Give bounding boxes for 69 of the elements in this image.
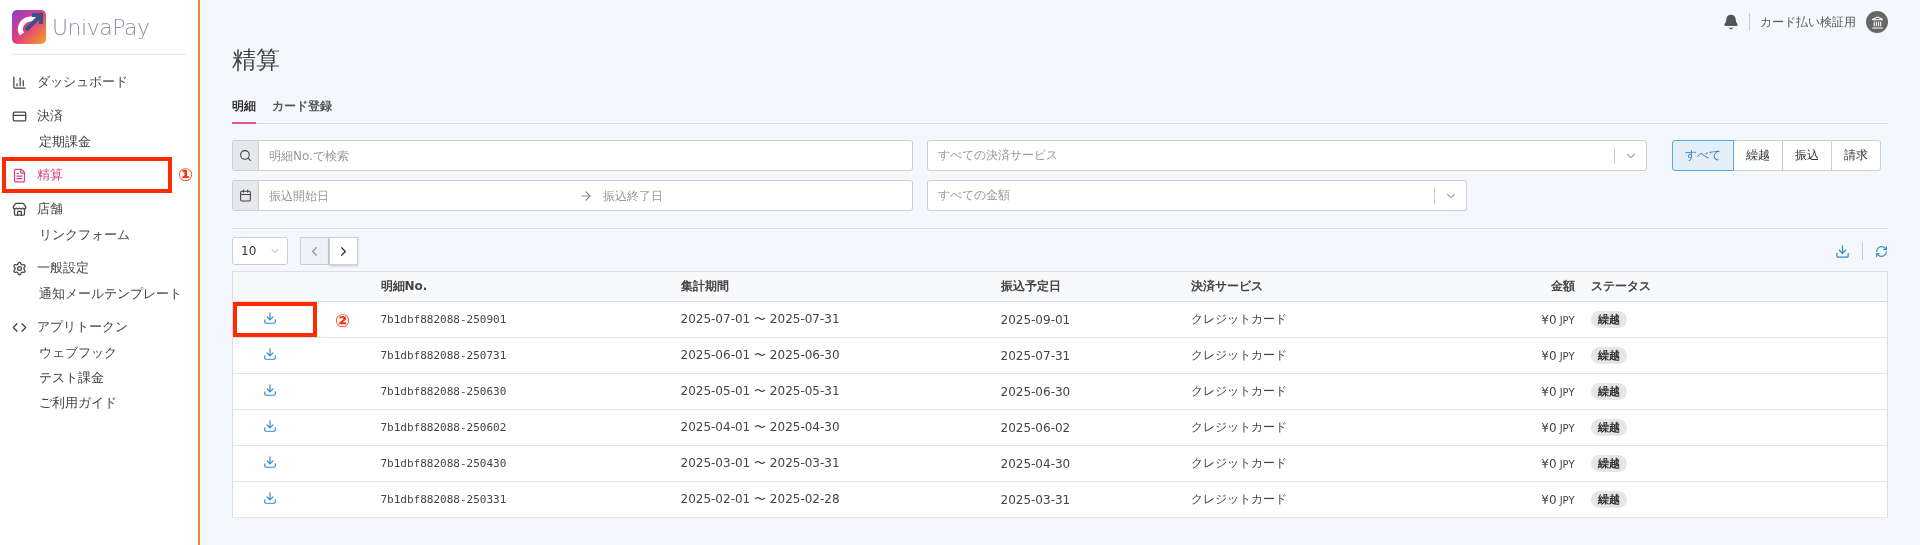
table-cell: クレジットカード [1182,301,1433,338]
sidebar-item[interactable]: 店舗 [12,196,162,222]
status-badge: 繰越 [1590,383,1627,400]
table-cell: クレジットカード [1182,481,1433,518]
annotation-marker: ② [335,310,351,331]
table-cell: ¥0 JPY [1432,481,1583,518]
logo-text: UnivaPay [52,14,150,40]
sidebar-item[interactable]: ダッシュボード [12,69,162,95]
start-date-input[interactable]: 振込開始日 [259,181,579,210]
column-header: 金額 [1432,271,1583,302]
column-header: 明細No. [372,271,673,302]
table-cell: 2025-07-01 〜 2025-07-31 [672,301,993,338]
annotation-marker: ① [178,164,194,185]
table-cell: 2025-06-02 [992,409,1183,446]
table-cell: ¥0 JPY [1432,301,1583,338]
column-header: 決済サービス [1182,271,1433,302]
table-cell: 2025-06-30 [992,373,1183,410]
filter-segment-button[interactable]: 請求 [1831,140,1881,171]
status-badge: 繰越 [1590,455,1627,472]
table-cell: 2025-04-01 〜 2025-04-30 [672,409,993,446]
table-cell: クレジットカード [1182,337,1433,374]
table-cell: 2025-03-31 [992,481,1183,518]
column-header: 集計期間 [672,271,993,302]
date-range-field[interactable]: 振込開始日 振込終了日 [232,180,913,211]
table-cell: 2025-02-01 〜 2025-02-28 [672,481,993,518]
sidebar-subitem[interactable]: テスト課金 [12,365,186,390]
tab[interactable]: 明細 [232,94,256,124]
table-cell: クレジットカード [1182,409,1433,446]
sidebar-subitem[interactable]: ウェブフック [12,340,186,365]
filter-segment-button[interactable]: すべて [1672,140,1734,171]
tab[interactable]: カード登録 [272,94,332,124]
table-cell: 2025-04-30 [992,445,1183,482]
table-cell: ¥0 JPY [1432,445,1583,482]
page-size-select[interactable]: 10 [232,237,288,265]
sidebar-item[interactable]: 精算 [12,162,162,188]
table-cell: 7b1dbf882088-250331 [372,481,673,518]
sidebar-subitem[interactable]: リンクフォーム [12,222,186,247]
page-title: 精算 [232,45,281,76]
sidebar-item[interactable]: 一般設定 [12,255,162,281]
sidebar-subitem[interactable]: ご利用ガイド [12,390,186,415]
table-cell: 2025-06-01 〜 2025-06-30 [672,337,993,374]
account-name[interactable]: カード払い検証用 [1760,13,1856,31]
status-badge: 繰越 [1590,419,1627,436]
status-badge: 繰越 [1590,311,1627,328]
table-cell: クレジットカード [1182,373,1433,410]
table-cell: 7b1dbf882088-250630 [372,373,673,410]
end-date-input[interactable]: 振込終了日 [592,181,912,210]
table-cell: 2025-05-01 〜 2025-05-31 [672,373,993,410]
table-cell: ¥0 JPY [1432,337,1583,374]
sidebar-subitem[interactable]: 通知メールテンプレート [12,281,186,306]
table-cell: 7b1dbf882088-250602 [372,409,673,446]
filter-segment-button[interactable]: 繰越 [1733,140,1783,171]
table-cell: 2025-07-31 [992,337,1183,374]
column-header: ステータス [1582,271,1888,302]
table-cell: 7b1dbf882088-250731 [372,337,673,374]
sidebar-item[interactable]: 決済 [12,103,162,129]
filter-segment-button[interactable]: 振込 [1782,140,1832,171]
table-cell: 2025-09-01 [992,301,1183,338]
table-cell: 7b1dbf882088-250430 [372,445,673,482]
column-header: 振込予定日 [992,271,1183,302]
table-cell: ¥0 JPY [1432,373,1583,410]
status-badge: 繰越 [1590,347,1627,364]
sidebar-item[interactable]: アプリトークン [12,314,162,340]
table-cell: ¥0 JPY [1432,409,1583,446]
table-cell: クレジットカード [1182,445,1433,482]
table-cell: 2025-03-01 〜 2025-03-31 [672,445,993,482]
table-cell: 7b1dbf882088-250901 [372,301,673,338]
status-badge: 繰越 [1590,491,1627,508]
sidebar-subitem[interactable]: 定期課金 [12,129,186,154]
